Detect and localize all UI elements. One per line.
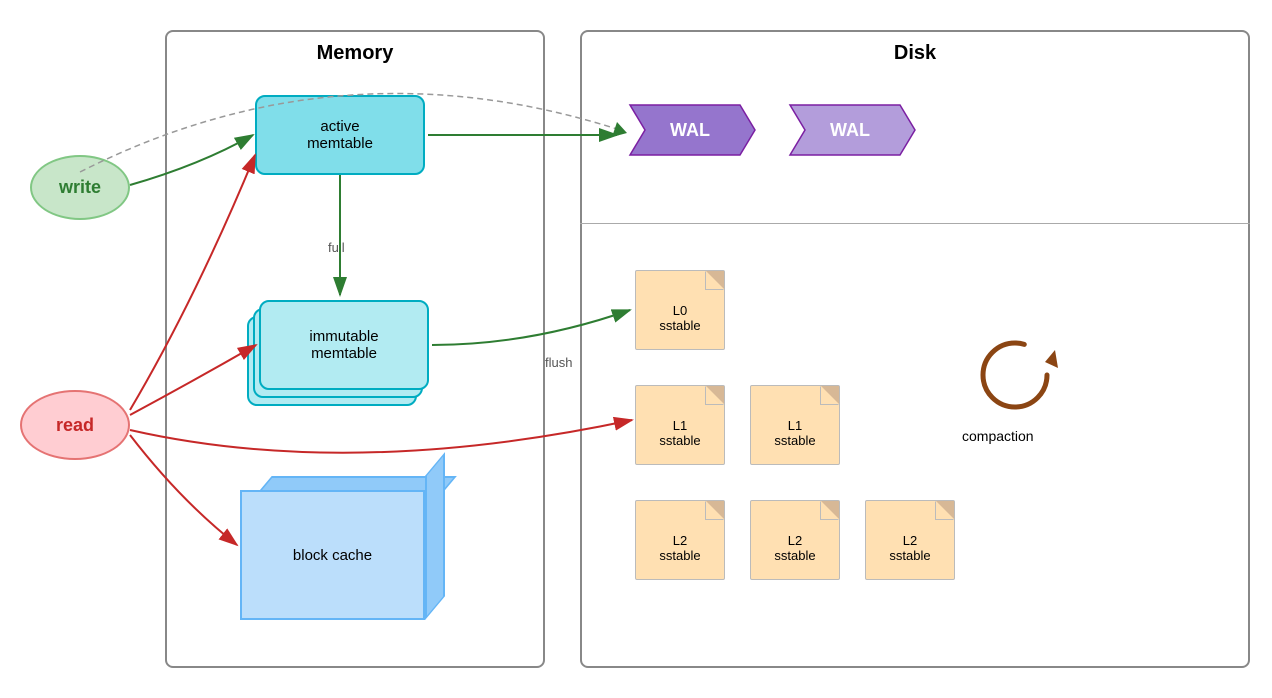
- active-memtable: active memtable: [255, 95, 425, 175]
- sstable-l2-2: L2 sstable: [865, 500, 955, 580]
- disk-separator: [580, 223, 1250, 224]
- flush-label: flush: [545, 355, 572, 370]
- diagram-container: Memory Disk write read active memtable i…: [0, 0, 1272, 698]
- sstable-l2-0: L2 sstable: [635, 500, 725, 580]
- full-label: full: [328, 240, 345, 255]
- immutable-memtable: immutable memtable: [259, 300, 429, 390]
- wal2-shape: WAL: [780, 100, 920, 160]
- svg-text:WAL: WAL: [830, 120, 870, 140]
- compaction-label: compaction: [962, 428, 1034, 444]
- sstable-l1-1: L1 sstable: [750, 385, 840, 465]
- block-cache-label: block cache: [240, 490, 425, 620]
- disk-title: Disk: [582, 32, 1248, 65]
- write-node: write: [30, 155, 130, 220]
- memory-title: Memory: [167, 32, 543, 65]
- svg-text:WAL: WAL: [670, 120, 710, 140]
- read-node: read: [20, 390, 130, 460]
- block-cache-side: [425, 452, 445, 620]
- sstable-l1-0: L1 sstable: [635, 385, 725, 465]
- sstable-l0-0: L0 sstable: [635, 270, 725, 350]
- wal1-shape: WAL: [620, 100, 760, 160]
- sstable-l2-1: L2 sstable: [750, 500, 840, 580]
- compaction-icon: [970, 330, 1060, 420]
